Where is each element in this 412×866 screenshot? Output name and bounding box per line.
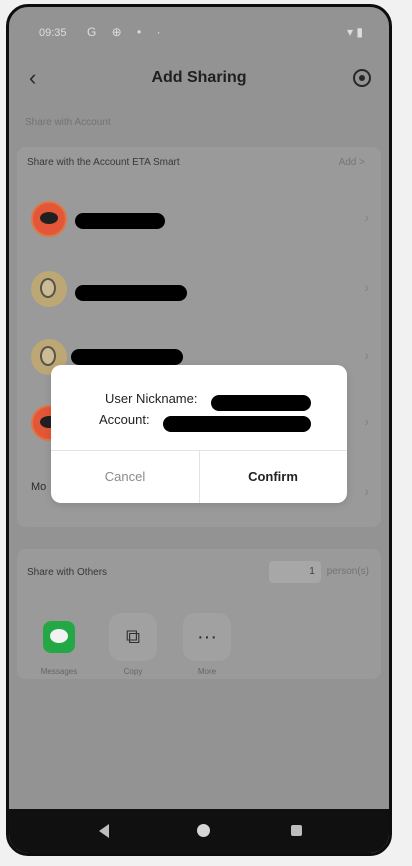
dialog-nickname-line: User Nickname: [105,391,197,406]
confirm-button[interactable]: Confirm [199,450,347,503]
confirm-dialog: User Nickname: Account: Cancel Confirm [51,365,347,503]
phone-frame: 09:35 G ⊕ • · ▾ ▮ ‹ Add Sharing Share wi… [6,4,392,856]
account-label: Account: [99,412,150,427]
redacted-account [163,416,311,432]
android-nav-bar [9,809,389,853]
back-triangle-icon[interactable] [99,824,109,838]
nickname-label: User Nickname: [105,391,198,406]
dialog-account-line: Account: [99,412,150,427]
cancel-button[interactable]: Cancel [51,450,199,503]
home-circle-icon[interactable] [197,824,210,837]
recent-square-icon[interactable] [291,825,302,836]
redacted-nickname [211,395,311,411]
